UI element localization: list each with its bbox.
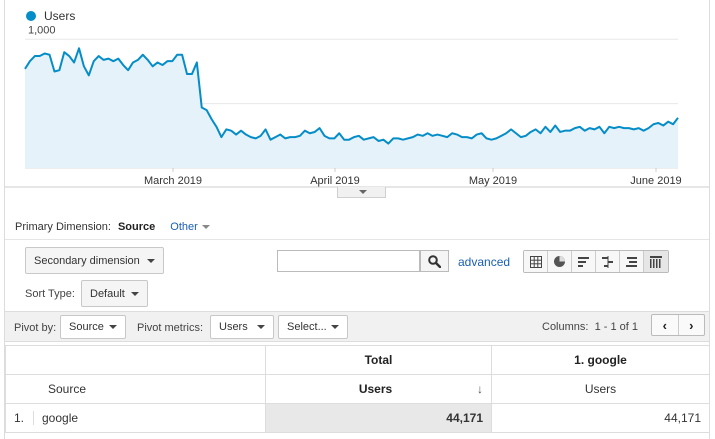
x-tick-label: May 2019	[469, 175, 517, 187]
primary-dimension-other[interactable]: Other	[170, 221, 210, 233]
pivot-select-value: Select...	[287, 321, 327, 333]
users-line-chart[interactable]: 5001,000March 2019April 2019May 2019June…	[0, 0, 715, 200]
primary-dimension-label: Primary Dimension:	[15, 221, 111, 233]
column-pager: ‹ ›	[651, 314, 705, 336]
pivot-by-label: Pivot by:	[14, 322, 57, 334]
view-performance[interactable]	[572, 251, 596, 272]
chevron-down-icon	[201, 225, 210, 230]
chevron-down-icon	[109, 325, 117, 329]
pivot-by-value: Source	[69, 321, 104, 333]
grid-icon	[529, 255, 542, 268]
pivot-metrics-label: Pivot metrics:	[137, 322, 204, 334]
y-tick-label: 1,000	[28, 24, 56, 36]
other-link[interactable]: Other	[170, 221, 198, 233]
secondary-dimension-dropdown[interactable]: Secondary dimension	[25, 247, 164, 274]
row-index: 1.	[14, 411, 34, 425]
pie-chart-icon	[554, 256, 565, 267]
view-pie[interactable]	[548, 251, 572, 272]
source-cell: 1. google	[5, 403, 266, 433]
advanced-filter-link[interactable]: advanced	[458, 255, 510, 269]
pivot-select-dropdown[interactable]: Select...	[278, 315, 348, 339]
table-search-input[interactable]	[277, 250, 420, 272]
chart-collapse-toggle[interactable]	[337, 187, 386, 198]
pivot-users-cell: 44,171	[491, 403, 710, 433]
series-area	[25, 48, 678, 169]
section-divider	[5, 239, 709, 240]
total-group-header: Total	[265, 345, 492, 375]
x-tick-label: June 2019	[630, 175, 681, 187]
empty-header-cell	[5, 345, 266, 375]
table-group-header-row: Total 1. google	[5, 345, 710, 375]
sort-descending-icon: ↓	[477, 382, 483, 396]
sort-type-label: Sort Type:	[25, 288, 75, 300]
pivot-metric-dropdown[interactable]: Users	[210, 315, 274, 339]
chevron-down-icon	[331, 325, 339, 329]
bar-list-icon	[577, 256, 589, 267]
search-icon	[428, 254, 441, 268]
source-column-header[interactable]: Source	[5, 374, 266, 404]
next-columns-button[interactable]: ›	[679, 315, 705, 335]
chevron-down-icon	[257, 325, 265, 329]
columns-label: Columns:	[542, 321, 589, 333]
view-comparison[interactable]	[596, 251, 620, 272]
primary-dimension-bar: Primary Dimension: Source Other	[15, 221, 210, 233]
search-button[interactable]	[420, 250, 449, 272]
table-column-header-row: Source Users ↓ Users	[5, 374, 710, 404]
pivot-group-header: 1. google	[491, 345, 710, 375]
table-row: 1. google 44,171 44,171	[5, 403, 710, 433]
view-data-table[interactable]	[524, 251, 548, 272]
term-cloud-icon	[625, 256, 637, 267]
total-users-label: Users	[358, 382, 393, 396]
pivot-icon	[650, 255, 662, 268]
chevron-down-icon	[131, 291, 139, 296]
pivot-metric-value: Users	[219, 321, 248, 333]
columns-range: 1 - 1 of 1	[594, 321, 639, 333]
secondary-dimension-label: Secondary dimension	[34, 254, 140, 267]
sort-type-value: Default	[90, 287, 125, 300]
total-users-column-header[interactable]: Users ↓	[265, 374, 492, 404]
pivot-users-column-header[interactable]: Users	[491, 374, 710, 404]
view-pivot[interactable]	[644, 251, 668, 272]
comparison-icon	[601, 255, 613, 268]
view-term-cloud[interactable]	[620, 251, 644, 272]
pivot-by-dropdown[interactable]: Source	[60, 315, 126, 339]
sort-type-dropdown[interactable]: Default	[81, 280, 148, 307]
x-tick-label: March 2019	[144, 175, 202, 187]
pivot-data-table: Total 1. google Source Users ↓ Users 1. g…	[5, 345, 710, 433]
previous-columns-button[interactable]: ‹	[652, 315, 679, 335]
total-users-cell: 44,171	[265, 403, 492, 433]
table-view-switcher	[523, 250, 669, 273]
columns-indicator: Columns: 1 - 1 of 1	[542, 321, 638, 333]
primary-dimension-source[interactable]: Source	[118, 221, 155, 233]
chevron-down-icon	[147, 258, 155, 263]
x-tick-label: April 2019	[310, 175, 360, 187]
source-link[interactable]: google	[42, 411, 78, 425]
